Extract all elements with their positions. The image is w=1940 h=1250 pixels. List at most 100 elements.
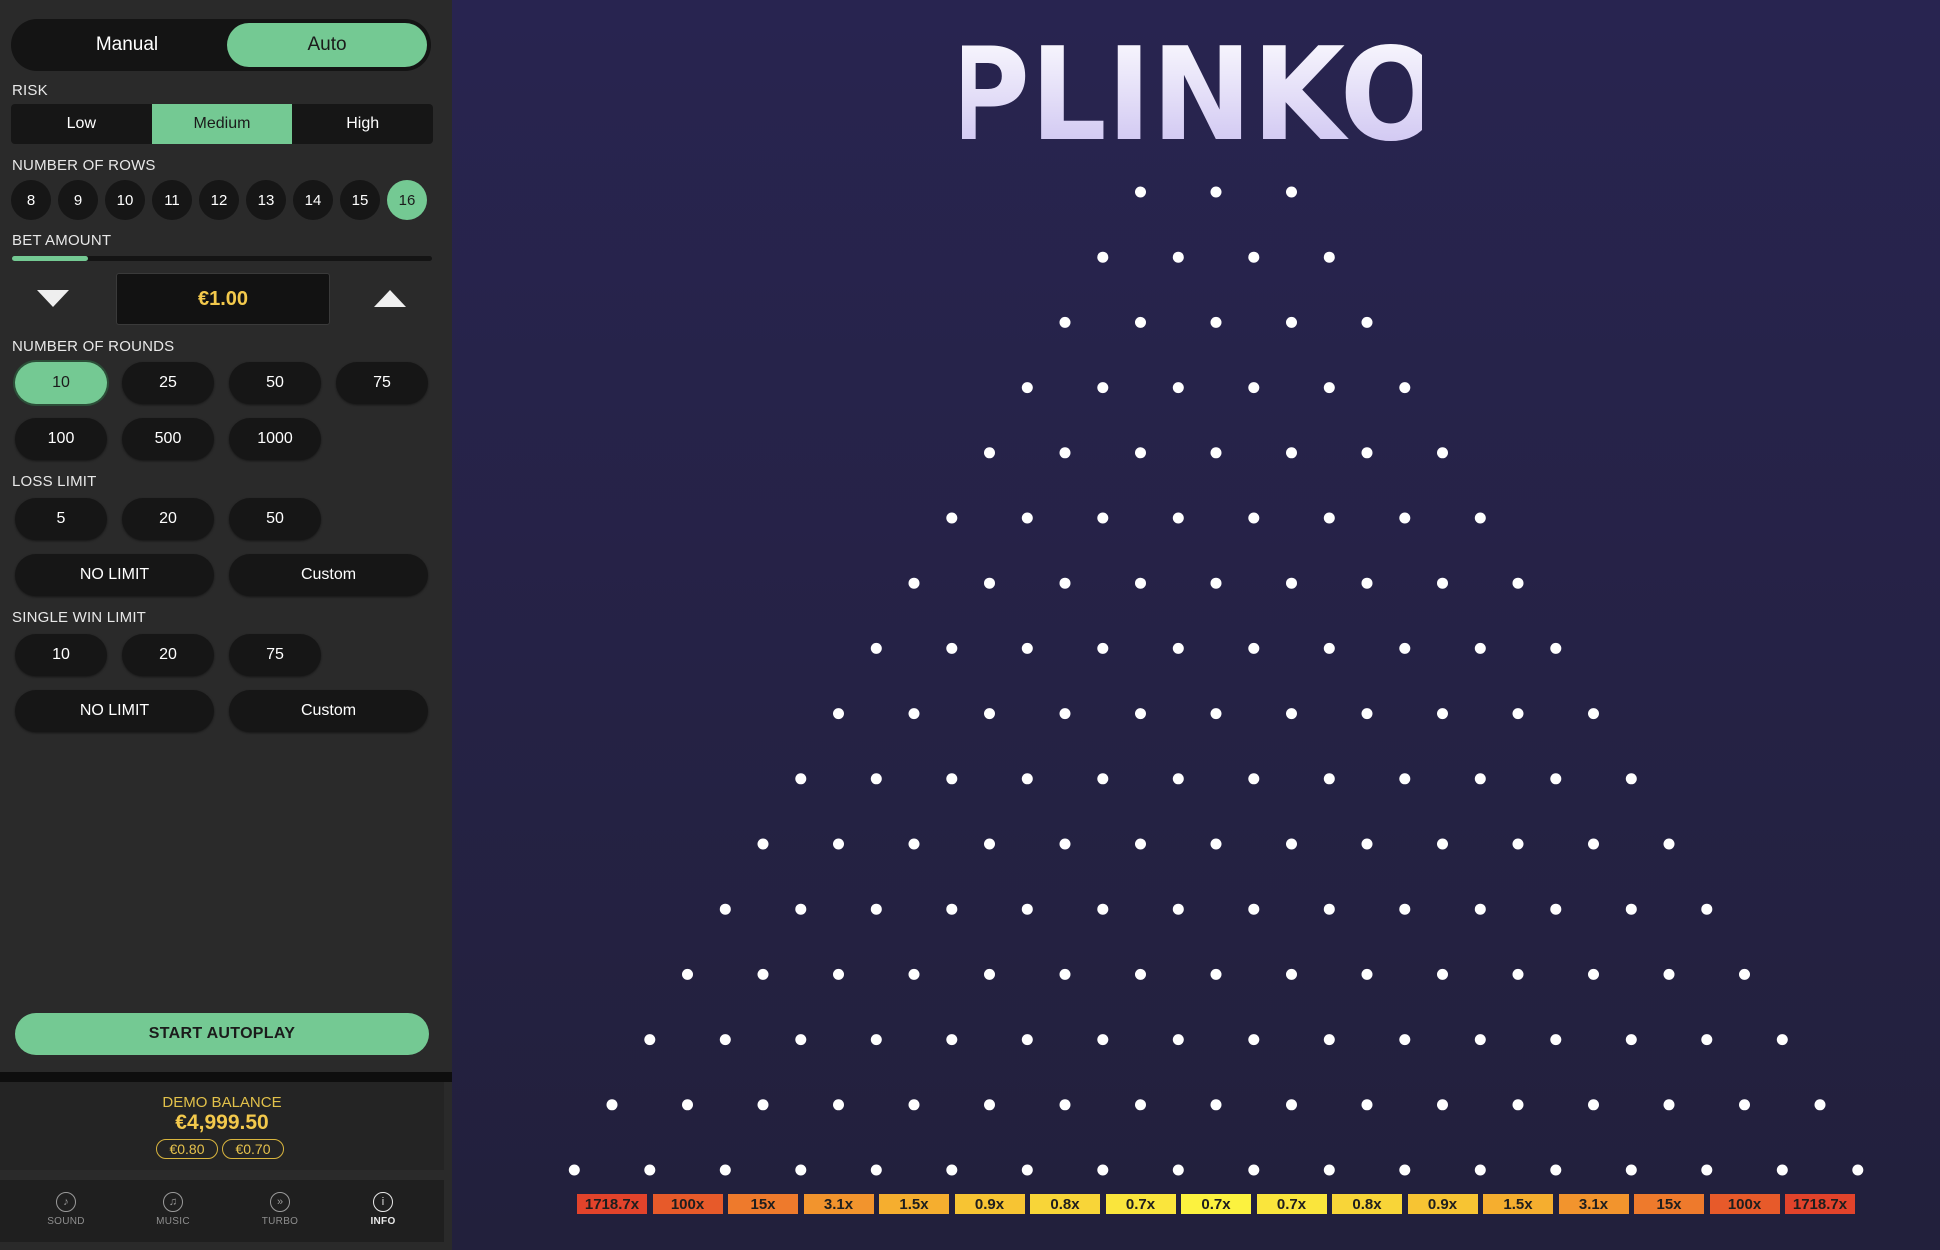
peg — [1399, 1034, 1411, 1046]
multiplier-bucket: 1.5x — [1483, 1194, 1553, 1214]
rounds-option-50[interactable]: 50 — [229, 362, 321, 404]
peg — [1286, 447, 1297, 459]
loss-limit-custom-button[interactable]: Custom — [229, 554, 428, 596]
peg — [1474, 1164, 1486, 1176]
peg — [1739, 1099, 1750, 1111]
peg — [870, 903, 882, 915]
peg — [1248, 512, 1260, 524]
peg — [1361, 577, 1373, 589]
turbo-toggle[interactable]: » TURBO — [245, 1192, 315, 1227]
peg — [1248, 903, 1260, 915]
rounds-option-25[interactable]: 25 — [122, 362, 214, 404]
row-option-12[interactable]: 12 — [199, 180, 239, 220]
peg — [1059, 1099, 1071, 1111]
win-limit-option-10[interactable]: 10 — [15, 634, 107, 676]
peg — [1248, 773, 1260, 785]
peg — [1135, 838, 1146, 850]
last-win-badge: €0.80 — [156, 1139, 218, 1159]
peg — [908, 577, 920, 589]
peg — [1361, 1099, 1373, 1111]
win-limit-option-20[interactable]: 20 — [122, 634, 214, 676]
sound-toggle[interactable]: ♪ SOUND — [31, 1192, 101, 1227]
peg — [870, 642, 882, 654]
rounds-option-1000[interactable]: 1000 — [229, 418, 321, 460]
risk-low-button[interactable]: Low — [11, 104, 152, 144]
bet-slider-fill — [12, 256, 88, 261]
row-option-16[interactable]: 16 — [387, 180, 427, 220]
loss-limit-no-limit-button[interactable]: NO LIMIT — [15, 554, 214, 596]
peg — [946, 1164, 958, 1176]
row-option-8[interactable]: 8 — [11, 180, 51, 220]
peg — [1474, 1034, 1486, 1046]
peg — [984, 1099, 995, 1111]
peg — [1248, 382, 1260, 394]
peg — [1059, 838, 1071, 850]
row-option-10[interactable]: 10 — [105, 180, 145, 220]
peg — [1021, 1164, 1033, 1176]
auto-mode-button[interactable]: Auto — [227, 23, 427, 67]
peg — [833, 968, 844, 980]
control-panel: Manual Auto RISK Low Medium High NUMBER … — [0, 0, 452, 1250]
peg — [1323, 642, 1335, 654]
manual-mode-button[interactable]: Manual — [27, 23, 227, 67]
peg — [1286, 577, 1297, 589]
bet-amount-display: €1.00 — [116, 273, 330, 325]
peg — [1663, 968, 1675, 980]
peg — [870, 1164, 882, 1176]
peg — [1437, 708, 1448, 720]
rounds-option-500[interactable]: 500 — [122, 418, 214, 460]
peg — [984, 708, 995, 720]
peg — [1286, 708, 1297, 720]
info-button[interactable]: i INFO — [348, 1192, 418, 1227]
peg — [1474, 642, 1486, 654]
decrease-bet-icon[interactable] — [37, 290, 69, 307]
peg — [1097, 382, 1109, 394]
nav-label-turbo: TURBO — [261, 1216, 299, 1227]
peg — [1512, 708, 1524, 720]
loss-limit-option-50[interactable]: 50 — [229, 498, 321, 540]
peg — [1588, 838, 1599, 850]
multiplier-bucket: 0.9x — [1407, 1194, 1478, 1214]
peg — [1135, 577, 1146, 589]
row-option-14[interactable]: 14 — [293, 180, 333, 220]
loss-limit-option-5[interactable]: 5 — [15, 498, 107, 540]
loss-limit-option-20[interactable]: 20 — [122, 498, 214, 540]
start-autoplay-button[interactable]: START AUTOPLAY — [15, 1013, 429, 1055]
row-option-13[interactable]: 13 — [246, 180, 286, 220]
peg — [908, 968, 920, 980]
rounds-label: NUMBER OF ROUNDS — [12, 338, 175, 355]
rounds-option-75[interactable]: 75 — [336, 362, 428, 404]
last-wins: €0.80 €0.70 — [156, 1139, 284, 1159]
increase-bet-icon[interactable] — [374, 290, 406, 307]
peg — [1437, 577, 1448, 589]
row-option-11[interactable]: 11 — [152, 180, 192, 220]
rows-label: NUMBER OF ROWS — [12, 157, 156, 174]
row-option-9[interactable]: 9 — [58, 180, 98, 220]
win-limit-custom-button[interactable]: Custom — [229, 690, 428, 732]
peg — [1323, 382, 1335, 394]
peg — [568, 1164, 580, 1176]
rounds-option-100[interactable]: 100 — [15, 418, 107, 460]
win-limit-no-limit-button[interactable]: NO LIMIT — [15, 690, 214, 732]
row-option-15[interactable]: 15 — [340, 180, 380, 220]
risk-medium-button[interactable]: Medium — [151, 104, 293, 144]
rounds-option-10[interactable]: 10 — [15, 362, 107, 404]
multiplier-bucket: 3.1x — [803, 1194, 874, 1214]
multiplier-bucket: 0.7x — [1181, 1194, 1251, 1214]
bottom-nav: ♪ SOUND ♫ MUSIC » TURBO i INFO — [0, 1180, 444, 1242]
peg — [1135, 1099, 1146, 1111]
peg — [1172, 642, 1184, 654]
peg — [946, 903, 958, 915]
bet-slider[interactable] — [12, 256, 432, 261]
peg — [1248, 251, 1260, 263]
multiplier-bucket: 0.7x — [1105, 1194, 1176, 1214]
peg — [1361, 447, 1373, 459]
win-limit-option-75[interactable]: 75 — [229, 634, 321, 676]
risk-high-button[interactable]: High — [292, 104, 433, 144]
music-toggle[interactable]: ♫ MUSIC — [138, 1192, 208, 1227]
peg — [870, 1034, 882, 1046]
peg — [1097, 642, 1109, 654]
peg — [1437, 447, 1448, 459]
balance-label: DEMO BALANCE — [162, 1094, 282, 1111]
peg — [1361, 968, 1373, 980]
